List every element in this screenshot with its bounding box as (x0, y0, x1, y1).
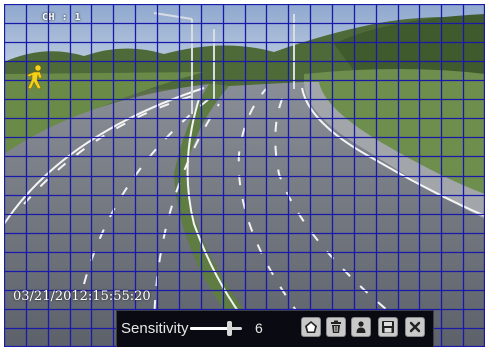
channel-label: CH : 1 (42, 12, 82, 23)
sensitivity-value: 6 (255, 320, 263, 336)
timestamp-overlay: 03/21/2012:15:55:20 (13, 289, 151, 304)
motion-toolbar: Sensitivity 6 (116, 310, 434, 347)
close-icon (409, 321, 421, 333)
sensitivity-label: Sensitivity (121, 320, 189, 337)
camera-view: CH : 1 03/21/2012:15:55:20 Sensitivity 6 (4, 4, 485, 347)
save-button[interactable] (378, 317, 398, 337)
exit-button[interactable] (405, 317, 425, 337)
sensitivity-slider-thumb[interactable] (227, 321, 232, 336)
clear-all-button[interactable] (326, 317, 346, 337)
sensitivity-slider-fill (190, 327, 229, 330)
select-all-button[interactable] (301, 317, 321, 337)
motion-person-icon (26, 64, 43, 90)
person-icon (356, 321, 366, 333)
star-icon (305, 321, 317, 333)
floppy-disk-icon (382, 321, 394, 333)
test-button[interactable] (351, 317, 371, 337)
trash-icon (331, 320, 341, 333)
sensitivity-slider[interactable] (190, 321, 242, 336)
